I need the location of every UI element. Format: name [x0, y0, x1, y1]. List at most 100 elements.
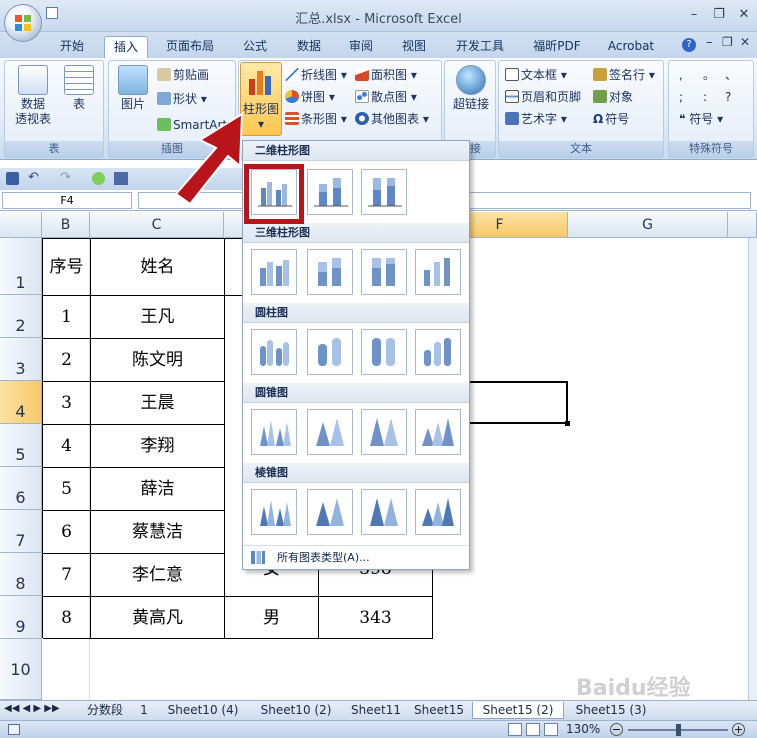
tab-acrobat[interactable]: Acrobat [604, 36, 658, 58]
symbol-question[interactable]: ? [725, 87, 743, 107]
chart-option-pyramid-clustered[interactable] [251, 489, 297, 535]
scatter-chart-button[interactable]: 散点图 ▾ [355, 87, 417, 107]
chart-option-3d-stacked[interactable] [307, 249, 353, 295]
table-cell-no[interactable]: 6 [43, 511, 91, 554]
chart-option-cone-clustered[interactable] [251, 409, 297, 455]
chart-option-pyramid-stacked[interactable] [307, 489, 353, 535]
save-icon[interactable] [6, 172, 19, 185]
tab-foxit-pdf[interactable]: 福昕PDF [528, 36, 586, 58]
table-cell-name[interactable]: 陈文明 [91, 339, 225, 382]
row-header-4[interactable]: 4 [0, 381, 42, 424]
close-icon[interactable]: ✕ [734, 6, 754, 24]
row-header-1[interactable]: 1 [0, 238, 42, 295]
symbol-button[interactable]: Ω 符号 [593, 109, 629, 129]
zoom-out-icon[interactable]: − [610, 723, 623, 736]
redo-icon[interactable]: ↷ [60, 170, 71, 185]
chart-option-3d-column[interactable] [415, 249, 461, 295]
all-chart-types-link[interactable]: 所有图表类型(A)... [243, 545, 469, 569]
line-chart-button[interactable]: 折线图 ▾ [285, 65, 347, 85]
select-all-corner[interactable] [0, 212, 42, 238]
symbol-period[interactable]: 。 [703, 65, 721, 85]
restore-icon[interactable]: ❐ [709, 6, 729, 24]
row-header-7[interactable]: 7 [0, 510, 42, 553]
table-button[interactable]: 表 [59, 61, 99, 112]
chart-option-pyramid-100[interactable] [361, 489, 407, 535]
row-header-6[interactable]: 6 [0, 467, 42, 510]
preview-icon[interactable] [92, 172, 105, 185]
object-button[interactable]: 对象 [593, 87, 633, 107]
shapes-button[interactable]: 形状 ▾ [157, 89, 207, 109]
tab-data[interactable]: 数据 [288, 36, 330, 58]
sheet-tab[interactable]: Sheet15 (3) [566, 702, 656, 719]
table-cell-no[interactable]: 2 [43, 339, 91, 382]
tab-formulas[interactable]: 公式 [234, 36, 276, 58]
help-icon[interactable]: ? [682, 38, 696, 52]
chart-option-cylinder-stacked[interactable] [307, 329, 353, 375]
ribbon-minimize-icon[interactable]: – [706, 35, 713, 50]
page-layout-view-icon[interactable] [526, 723, 540, 736]
table-cell-name[interactable]: 王晨 [91, 382, 225, 425]
column-header-b[interactable]: B [42, 212, 90, 238]
area-chart-button[interactable]: 面积图 ▾ [355, 65, 417, 85]
other-charts-button[interactable]: 其他图表 ▾ [355, 109, 429, 129]
tab-developer[interactable]: 开发工具 [448, 36, 512, 58]
table-cell-no[interactable]: 1 [43, 296, 91, 339]
column-header-h[interactable] [728, 212, 757, 238]
table-cell-sex[interactable]: 男 [225, 597, 319, 639]
column-header-c[interactable]: C [90, 212, 224, 238]
fill-handle[interactable] [565, 421, 570, 426]
tab-review[interactable]: 审阅 [340, 36, 382, 58]
bar-chart-button[interactable]: 条形图 ▾ [285, 109, 347, 129]
chart-option-cylinder-3d[interactable] [415, 329, 461, 375]
table-cell-no[interactable]: 8 [43, 597, 91, 639]
table-cell-no[interactable]: 4 [43, 425, 91, 468]
table-cell-name[interactable]: 李翔 [91, 425, 225, 468]
row-header-2[interactable]: 2 [0, 295, 42, 338]
chart-option-pyramid-3d[interactable] [415, 489, 461, 535]
row-header-5[interactable]: 5 [0, 424, 42, 467]
sheet-tab[interactable]: 1 [134, 702, 154, 719]
chart-option-cone-3d[interactable] [415, 409, 461, 455]
sheet-tab[interactable]: Sheet11 [344, 702, 408, 719]
zoom-level[interactable]: 130% [566, 722, 600, 736]
tab-home[interactable]: 开始 [52, 36, 92, 58]
sheet-tab-active[interactable]: Sheet15 (2) [472, 702, 564, 719]
column-header-g[interactable]: G [568, 212, 728, 238]
pie-chart-button[interactable]: 饼图 ▾ [285, 87, 335, 107]
table-cell-no[interactable]: 3 [43, 382, 91, 425]
name-box[interactable]: F4 [2, 192, 132, 209]
symbol-comma[interactable]: , [679, 65, 697, 85]
table-cell-name[interactable]: 蔡慧洁 [91, 511, 225, 554]
save-icon[interactable] [46, 7, 58, 19]
vertical-scrollbar[interactable] [748, 238, 757, 700]
minimize-icon[interactable]: – [684, 6, 704, 24]
table-cell-name[interactable]: 黄高凡 [91, 597, 225, 639]
normal-view-icon[interactable] [508, 723, 522, 736]
zoom-slider-thumb[interactable] [676, 724, 681, 736]
hyperlink-button[interactable]: 超链接 [449, 61, 493, 112]
chart-option-cylinder-clustered[interactable] [251, 329, 297, 375]
pivot-table-button[interactable]: 数据 透视表 [11, 61, 55, 127]
sheet-nav-icons[interactable]: ◀◀ ◀ ▶ ▶▶ [4, 703, 60, 714]
symbol-colon[interactable]: : [703, 87, 721, 107]
ribbon-restore-icon[interactable]: ❐ [722, 35, 733, 49]
zoom-in-icon[interactable]: + [732, 723, 745, 736]
special-symbol-button[interactable]: ❝ 符号 ▾ [679, 109, 723, 129]
row-header-9[interactable]: 9 [0, 596, 42, 639]
undo-icon[interactable]: ↶ [28, 170, 39, 185]
tab-page-layout[interactable]: 页面布局 [158, 36, 222, 58]
row-header-3[interactable]: 3 [0, 338, 42, 381]
wordart-button[interactable]: 艺术字 ▾ [505, 109, 567, 129]
page-break-view-icon[interactable] [544, 723, 558, 736]
macro-record-icon[interactable] [8, 724, 20, 735]
symbol-dunhao[interactable]: 、 [725, 65, 743, 85]
tab-view[interactable]: 视图 [394, 36, 434, 58]
sheet-tab[interactable]: 分数段 [80, 702, 130, 719]
clipart-button[interactable]: 剪贴画 [157, 65, 209, 85]
sheet-tab[interactable]: Sheet10 (4) [158, 702, 248, 719]
chart-option-cylinder-100[interactable] [361, 329, 407, 375]
table-cell-no[interactable]: 5 [43, 468, 91, 511]
chart-option-stacked-column[interactable] [307, 169, 353, 215]
header-footer-button[interactable]: 页眉和页脚 [505, 87, 581, 107]
chart-option-cone-100[interactable] [361, 409, 407, 455]
